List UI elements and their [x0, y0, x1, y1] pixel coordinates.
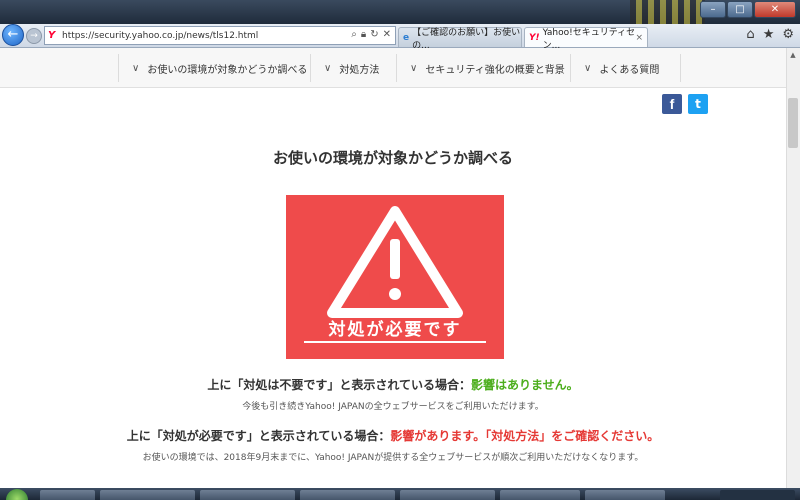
no-action-status: 影響はありません。	[471, 378, 579, 392]
taskbar-item[interactable]	[300, 490, 395, 500]
taskbar-item[interactable]	[200, 490, 295, 500]
nav-item-label: お使いの環境が対象かどうか調べる	[147, 64, 308, 76]
page-nav: ∨ お使いの環境が対象かどうか調べる ∨ 対処方法 ∨ セキュリティ強化の概要と…	[0, 48, 786, 88]
address-bar-icons: ⌕ 🔒︎ ↻ ✕	[351, 29, 391, 40]
taskbar-item[interactable]	[100, 490, 195, 500]
nav-item-check-environment[interactable]: ∨ お使いの環境が対象かどうか調べる	[132, 48, 307, 88]
ie-icon: e	[403, 32, 410, 43]
nav-divider	[680, 54, 681, 82]
browser-toolbar-icons: ⌂ ★ ⚙	[746, 27, 794, 42]
back-button[interactable]: ←	[2, 24, 24, 46]
scroll-thumb[interactable]	[788, 98, 798, 148]
minimize-button[interactable]: –	[700, 1, 726, 18]
lock-icon[interactable]: 🔒︎	[361, 29, 366, 40]
close-tab-icon[interactable]: ×	[635, 33, 643, 43]
alert-result-box: 対処が必要です	[286, 195, 504, 359]
nav-item-solution[interactable]: ∨ 対処方法	[324, 48, 379, 88]
no-action-prefix: 上に「対処は不要です」と表示されている場合：	[207, 378, 471, 392]
favorites-star-icon[interactable]: ★	[763, 27, 775, 42]
nav-divider	[396, 54, 397, 82]
taskbar-item[interactable]	[40, 490, 95, 500]
nav-item-faq[interactable]: ∨ よくある質問	[584, 48, 659, 88]
nav-item-label: 対処方法	[339, 64, 380, 76]
nav-divider	[570, 54, 571, 82]
no-action-line: 上に「対処は不要です」と表示されている場合：影響はありません。	[0, 376, 786, 393]
nav-divider	[310, 54, 311, 82]
chevron-down-icon: ∨	[324, 62, 332, 74]
chevron-down-icon: ∨	[132, 62, 140, 74]
twitter-icon: t	[695, 97, 701, 111]
address-bar[interactable]: Y https://security.yahoo.co.jp/news/tls1…	[44, 26, 396, 45]
refresh-icon[interactable]: ↻	[370, 29, 378, 40]
browser-tab-1[interactable]: e 【ご確認のお願い】お使いの...	[398, 27, 522, 51]
page-title: お使いの環境が対象かどうか調べる	[272, 149, 513, 167]
forward-button[interactable]: →	[26, 28, 42, 44]
chevron-down-icon: ∨	[410, 62, 418, 74]
stop-icon[interactable]: ✕	[383, 29, 391, 40]
address-url: https://security.yahoo.co.jp/news/tls12.…	[62, 30, 259, 41]
close-window-button[interactable]: ✕	[754, 1, 796, 18]
decorative-stripe	[630, 0, 705, 24]
action-needed-line: 上に「対処が必要です」と表示されている場合：影響があります。「対処方法」をご確認…	[0, 427, 786, 444]
alert-label: 対処が必要です	[328, 320, 462, 340]
no-action-sub: 今後も引き続きYahoo! JAPANの全ウェブサービスをご利用いただけます。	[242, 402, 544, 412]
alert-underline	[304, 341, 486, 343]
facebook-icon: f	[669, 96, 675, 112]
taskbar-item[interactable]	[585, 490, 665, 500]
yahoo-icon: Y!	[529, 32, 540, 43]
tab-2-label: Yahoo!セキュリティセン...	[542, 27, 636, 51]
home-icon[interactable]: ⌂	[746, 27, 754, 42]
yahoo-favicon-icon: Y	[48, 30, 56, 41]
maximize-button[interactable]: □	[727, 1, 753, 18]
action-needed-prefix: 上に「対処が必要です」と表示されている場合：	[126, 429, 391, 443]
chevron-down-icon: ∨	[584, 62, 592, 74]
nav-item-security-overview[interactable]: ∨ セキュリティ強化の概要と背景	[410, 48, 565, 88]
tab-1-label: 【ご確認のお願い】お使いの...	[412, 27, 521, 51]
taskbar-item[interactable]	[500, 490, 580, 500]
search-icon[interactable]: ⌕	[351, 29, 357, 40]
action-needed-status[interactable]: 影響があります。「対処方法」をご確認ください。	[390, 429, 659, 443]
browser-navbar: ← → Y https://security.yahoo.co.jp/news/…	[0, 24, 800, 51]
nav-item-label: セキュリティ強化の概要と背景	[425, 64, 565, 76]
action-needed-sub: お使いの環境では、2018年9月末までに、Yahoo! JAPANが提供する全ウ…	[142, 453, 644, 463]
scroll-up-icon[interactable]: ▲	[786, 48, 800, 62]
nav-divider	[118, 54, 119, 82]
twitter-share-button[interactable]: t	[688, 94, 708, 114]
browser-tab-2[interactable]: Y! Yahoo!セキュリティセン... ×	[524, 27, 648, 51]
system-tray	[720, 490, 795, 500]
nav-item-label: よくある質問	[599, 64, 660, 76]
window-controls: – □ ✕	[700, 1, 796, 18]
gear-icon[interactable]: ⚙	[782, 27, 794, 42]
window-titlebar: – □ ✕	[0, 0, 800, 24]
facebook-share-button[interactable]: f	[662, 94, 682, 114]
taskbar-item[interactable]	[400, 490, 495, 500]
